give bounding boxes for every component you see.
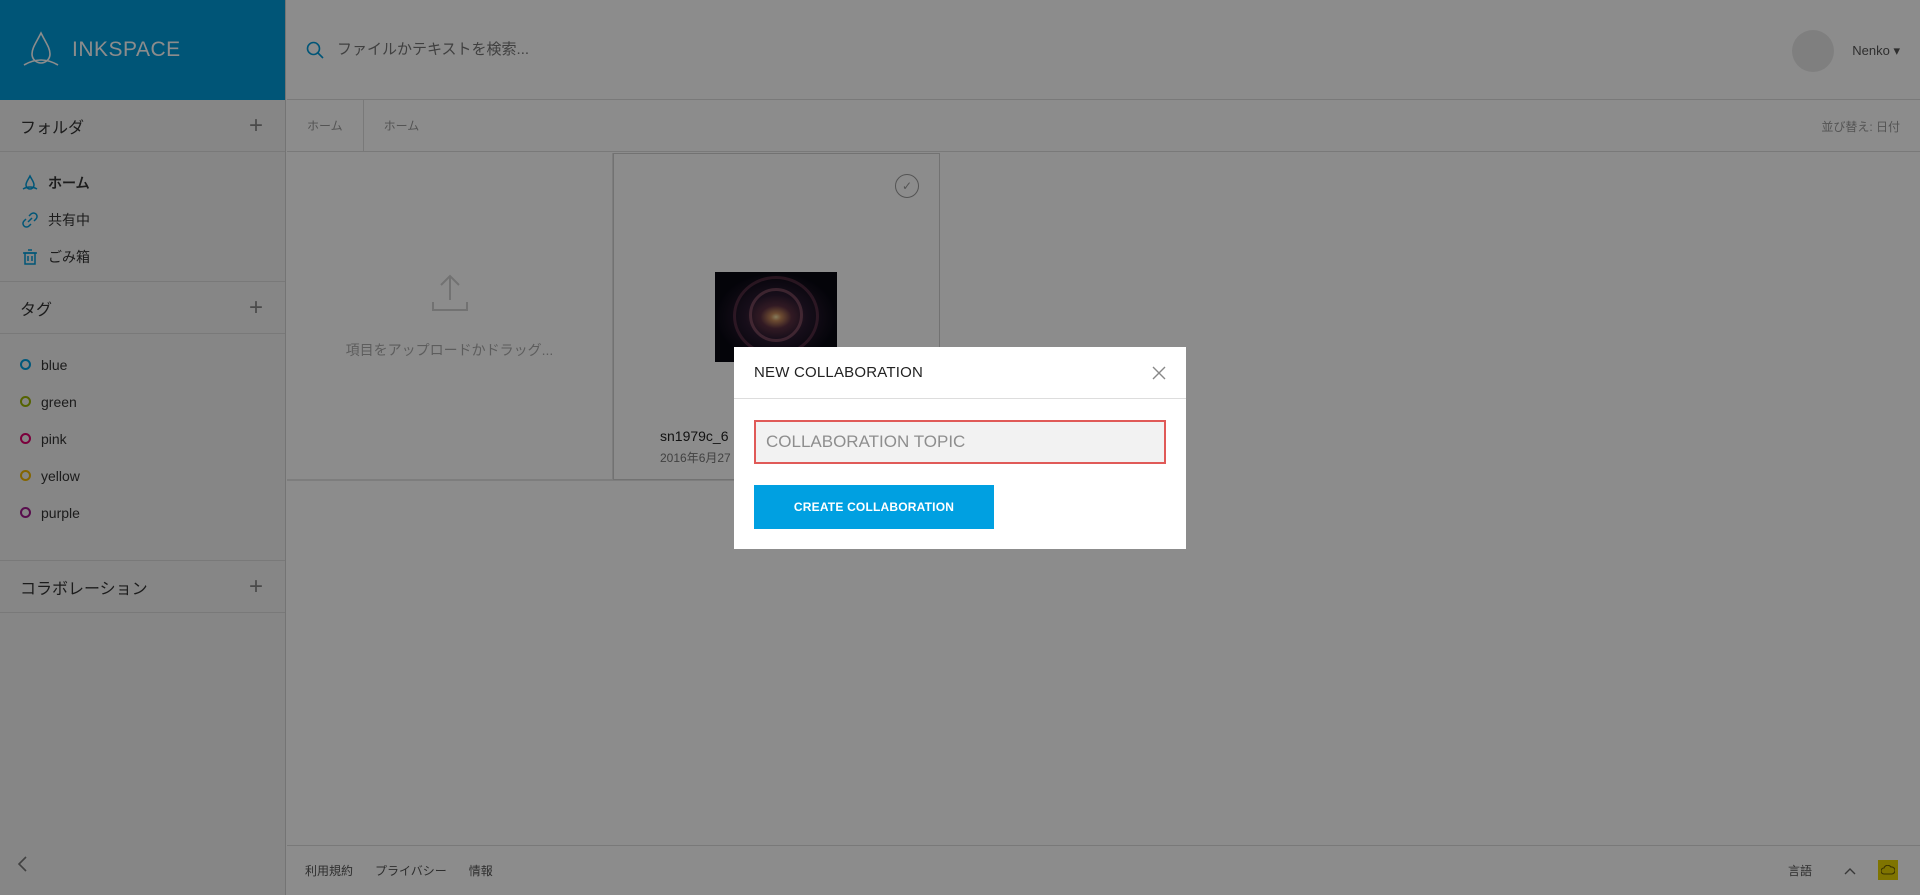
dialog-title: NEW COLLABORATION: [754, 364, 923, 381]
new-collaboration-dialog: NEW COLLABORATION CREATE COLLABORATION: [734, 347, 1186, 549]
close-icon[interactable]: [1150, 364, 1168, 382]
collaboration-topic-input[interactable]: [754, 420, 1166, 464]
dialog-header: NEW COLLABORATION: [734, 347, 1186, 399]
create-collaboration-button[interactable]: CREATE COLLABORATION: [754, 485, 994, 529]
